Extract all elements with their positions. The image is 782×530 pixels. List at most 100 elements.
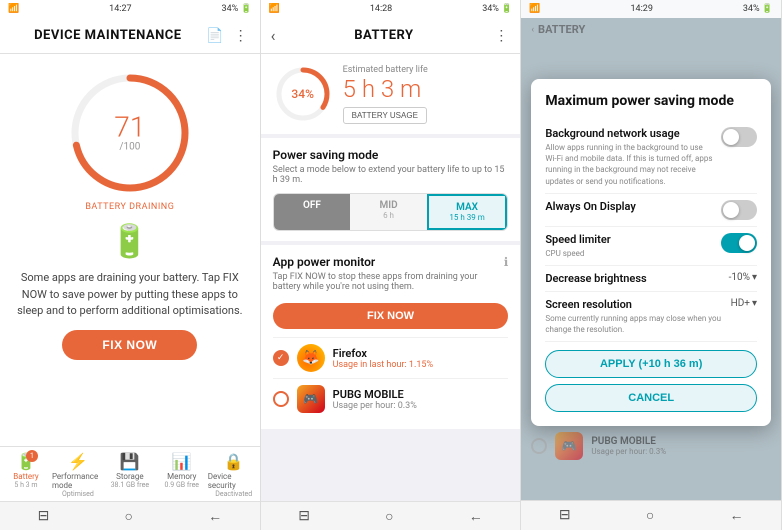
performance-nav-icon: ⚡ [68,452,88,471]
pubg-usage-behind: Usage per hour: 0.3% [591,447,666,456]
bg-network-toggle[interactable] [721,127,757,147]
battery-icon-container: 🔋 [110,222,150,260]
modal-title: Maximum power saving mode [545,93,757,109]
fix-now-button-1[interactable]: FIX NOW [62,330,197,360]
status-icons-1: 📶 [8,4,19,14]
battery-drain-desc: Some apps are draining your battery. Tap… [14,270,246,320]
battery-badge: 1 [26,450,38,462]
power-opt-off[interactable]: OFF [274,194,351,230]
status-left-3: 📶 [529,4,540,14]
panel2-scroll: 34% Estimated battery life 5 h 3 m BATTE… [261,54,521,501]
toggle-thumb-speed [739,235,755,251]
speed-toggle[interactable] [721,233,757,253]
speed-info: Speed limiter CPU speed [545,233,713,259]
power-opt-max-label: MAX [433,202,502,213]
info-icon[interactable]: ℹ [504,255,509,269]
storage-nav-label: Storage [116,472,144,481]
pubg-logo-behind: 🎮 [555,432,583,460]
setting-always-on: Always On Display [545,194,757,227]
fix-now-button-2[interactable]: FIX NOW [273,303,509,329]
gauge-value: 71 [114,114,145,142]
nav-battery[interactable]: 1 🔋 Battery 5 h 3 m [0,452,52,489]
memory-nav-sub: 0.9 GB free [165,481,199,489]
power-opt-mid[interactable]: MID 6 h [350,194,427,230]
pubg-checkbox[interactable] [273,391,289,407]
power-opt-max-sub: 15 h 39 m [433,213,502,222]
top-bar-2: ‹ BATTERY ⋮ [261,18,521,54]
top-bar-icons-right-1: 📄 ⋮ [206,27,250,45]
power-opt-mid-sub: 6 h [354,211,423,220]
cancel-button[interactable]: CANCEL [545,384,757,412]
recent-apps-btn-1[interactable]: ⊟ [30,506,58,527]
more-icon-1[interactable]: ⋮ [232,27,250,45]
firefox-checkbox[interactable]: ✓ [273,350,289,366]
resolution-val-text: HD+ [731,298,750,309]
battery-usage-btn[interactable]: BATTERY USAGE [343,107,427,124]
status-battery-2: 34% 🔋 [482,4,512,14]
more-icon-2[interactable]: ⋮ [492,27,510,45]
status-bar-2: 📶 14:28 34% 🔋 [261,0,521,18]
recent-apps-btn-2[interactable]: ⊟ [290,506,318,527]
app-item-pubg: 🎮 PUBG MOBILE Usage per hour: 0.3% [273,378,509,419]
recent-apps-btn-3[interactable]: ⊟ [551,505,579,526]
est-label: Estimated battery life [343,65,428,75]
nav-performance[interactable]: ⚡ Performance mode Optimised [52,452,104,498]
battery-summary: 34% Estimated battery life 5 h 3 m BATTE… [261,54,521,134]
nav-security[interactable]: 🔒 Device security Deactivated [208,452,260,498]
power-saving-title: Power saving mode [273,148,509,162]
resolution-value[interactable]: HD+ ▾ [731,298,757,309]
nav-storage[interactable]: 💾 Storage 38.1 GB free [104,452,156,489]
power-saving-sub: Select a mode below to extend your batte… [273,165,509,185]
resolution-label: Screen resolution [545,298,722,311]
power-opt-max[interactable]: MAX 15 h 39 m [427,194,508,230]
pubg-usage: Usage per hour: 0.3% [333,401,509,411]
home-btn-2[interactable]: ○ [377,506,401,527]
power-saving-card: Power saving mode Select a mode below to… [261,138,521,241]
app-item-firefox: ✓ 🦊 Firefox Usage in last hour: 1.15% [273,337,509,378]
bg-network-label: Background network usage [545,127,713,140]
storage-nav-sub: 38.1 GB free [111,481,149,489]
firefox-usage: Usage in last hour: 1.15% [333,360,509,370]
always-on-info: Always On Display [545,200,713,213]
speed-desc: CPU speed [545,248,713,259]
app-monitor-title-group: App power monitor Tap FIX NOW to stop th… [273,255,504,300]
power-opt-mid-label: MID [354,200,423,211]
pubg-check-behind [531,438,547,454]
document-icon-1[interactable]: 📄 [206,27,224,45]
app-monitor-header: App power monitor Tap FIX NOW to stop th… [273,255,509,300]
power-options-group: OFF MID 6 h MAX 15 h 39 m [273,193,509,231]
battery-pct-text: 34% [291,87,313,101]
back-btn-2[interactable]: ← [461,506,491,527]
apply-button[interactable]: APPLY (+10 h 36 m) [545,350,757,378]
back-button-2[interactable]: ‹ [271,26,276,45]
status-bar-3: 📶 14:29 34% 🔋 [521,0,781,18]
sys-nav-1: ⊟ ○ ← [0,501,260,530]
brightness-info: Decrease brightness [545,272,720,285]
pubg-name-behind: PUBG MOBILE [591,436,666,447]
home-btn-1[interactable]: ○ [116,506,140,527]
top-bar-1: DEVICE MAINTENANCE 📄 ⋮ [0,18,260,54]
toggle-thumb-bg [723,129,739,145]
always-on-toggle[interactable] [721,200,757,220]
battery-alert-icon: 🔋 [110,222,150,260]
status-left-1: 📶 [8,4,19,14]
max-power-modal: Maximum power saving mode Background net… [531,79,771,426]
back-btn-3[interactable]: ← [721,505,751,526]
setting-bg-network: Background network usage Allow apps runn… [545,121,757,194]
sys-nav-3: ⊟ ○ ← [521,500,781,530]
always-on-label: Always On Display [545,200,713,213]
nav-memory[interactable]: 📊 Memory 0.9 GB free [156,452,208,489]
home-btn-3[interactable]: ○ [638,505,662,526]
status-battery-1: 34% 🔋 [222,4,252,14]
setting-resolution: Screen resolution Some currently running… [545,292,757,342]
page-title-2: BATTERY [354,28,413,43]
setting-brightness: Decrease brightness -10% ▾ [545,266,757,292]
panel-device-maintenance: 📶 14:27 34% 🔋 DEVICE MAINTENANCE 📄 ⋮ 71 … [0,0,261,530]
toggle-thumb-aod [723,202,739,218]
performance-nav-sub: Optimised [62,490,94,498]
back-btn-1[interactable]: ← [200,506,230,527]
memory-nav-icon: 📊 [172,452,192,471]
brightness-value[interactable]: -10% ▾ [729,272,757,283]
gauge-label: BATTERY DRAINING [85,202,174,212]
page-title-1: DEVICE MAINTENANCE [34,28,182,43]
